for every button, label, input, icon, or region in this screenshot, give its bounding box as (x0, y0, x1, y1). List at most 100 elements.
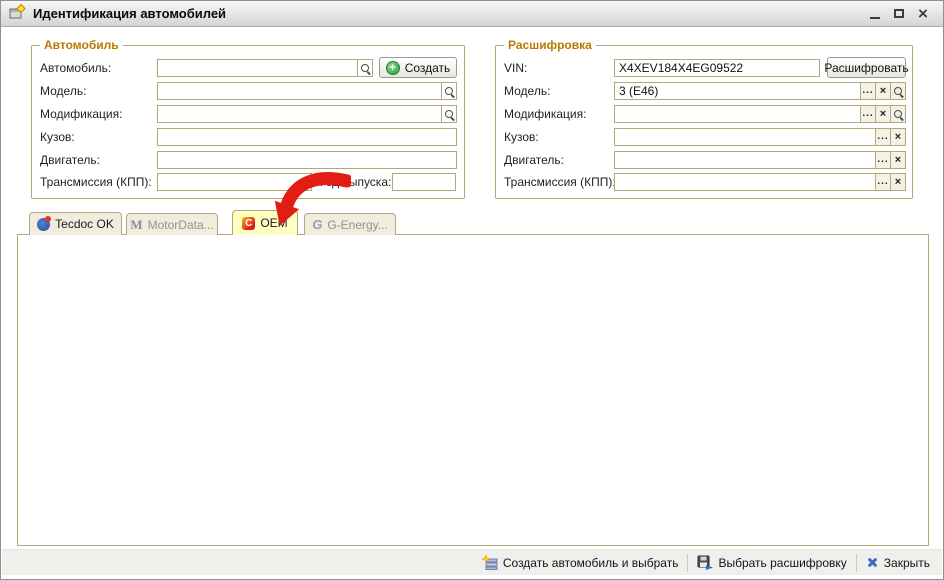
search-icon (444, 109, 455, 120)
decode-engine-clear-button[interactable]: × (890, 151, 906, 169)
decode-model-field: ... × (614, 82, 906, 100)
decode-model-ellipsis-button[interactable]: ... (860, 82, 876, 100)
maximize-icon (894, 9, 904, 18)
engine-field (157, 151, 457, 169)
tecdoc-icon (37, 218, 50, 231)
clear-icon: × (895, 132, 901, 142)
decode-transmission-clear-button[interactable]: × (890, 173, 906, 191)
car-input[interactable] (157, 59, 358, 77)
decode-modification-input[interactable] (614, 105, 861, 123)
close-button[interactable]: × (911, 4, 935, 24)
decode-modification-clear-button[interactable]: × (875, 105, 891, 123)
create-button-label: Создать (405, 61, 451, 75)
ellipsis-icon: ... (877, 157, 888, 163)
body-input[interactable] (157, 128, 457, 146)
decode-groupbox: Расшифровка VIN: Расшифровать Модель: ..… (495, 45, 913, 199)
decode-modification-ellipsis-button[interactable]: ... (860, 105, 876, 123)
engine-label: Двигатель: (40, 153, 100, 167)
transmission-label: Трансмиссия (КПП): (40, 175, 152, 189)
plus-icon: + (386, 61, 400, 75)
decode-body-input[interactable] (614, 128, 876, 146)
decode-modification-label: Модификация: (504, 107, 586, 121)
close-x-icon (866, 556, 879, 569)
maximize-button[interactable] (887, 4, 911, 24)
select-decode-button[interactable]: Выбрать расшифровку (697, 555, 846, 570)
modification-search-button[interactable] (441, 105, 457, 123)
transmission-input[interactable] (157, 173, 312, 191)
tab-genergy[interactable]: G G-Energy... (304, 213, 396, 235)
save-select-icon (697, 555, 713, 570)
tab-motordata-label: MotorData... (148, 218, 214, 232)
clear-icon: × (895, 177, 901, 187)
search-icon (444, 86, 455, 97)
decode-engine-input[interactable] (614, 151, 876, 169)
ellipsis-icon: ... (862, 88, 873, 94)
select-decode-label: Выбрать расшифровку (718, 556, 846, 570)
decode-body-clear-button[interactable]: × (890, 128, 906, 146)
vin-field (614, 59, 820, 77)
ellipsis-icon: ... (862, 111, 873, 117)
create-car-and-select-button[interactable]: Создать автомобиль и выбрать (482, 555, 679, 570)
decode-body-ellipsis-button[interactable]: ... (875, 128, 891, 146)
car-groupbox: Автомобиль Автомобиль: + Создать Модель:… (31, 45, 465, 199)
body-label: Кузов: (40, 130, 75, 144)
search-icon (893, 86, 904, 97)
vin-label: VIN: (504, 61, 527, 75)
model-input[interactable] (157, 82, 442, 100)
body-field (157, 128, 457, 146)
car-field (157, 59, 373, 77)
decode-model-input[interactable] (614, 82, 861, 100)
decode-transmission-ellipsis-button[interactable]: ... (875, 173, 891, 191)
minimize-icon (870, 17, 880, 19)
tab-tecdoc[interactable]: Tecdoc OK (29, 212, 122, 235)
close-dialog-button[interactable]: Закрыть (866, 556, 930, 570)
car-search-button[interactable] (357, 59, 373, 77)
motordata-icon: M (130, 217, 142, 233)
decode-model-search-button[interactable] (890, 82, 906, 100)
tab-genergy-label: G-Energy... (327, 218, 387, 232)
vin-input[interactable] (614, 59, 820, 77)
close-dialog-label: Закрыть (884, 556, 930, 570)
decode-engine-label: Двигатель: (504, 153, 564, 167)
decode-modification-search-button[interactable] (890, 105, 906, 123)
decode-body-field: ... × (614, 128, 906, 146)
search-icon (360, 63, 371, 74)
decode-button[interactable]: Расшифровать (827, 57, 906, 78)
footer-divider (856, 554, 857, 572)
decode-model-clear-button[interactable]: × (875, 82, 891, 100)
app-icon (9, 3, 26, 25)
decode-transmission-label: Трансмиссия (КПП): (504, 175, 616, 189)
tab-motordata[interactable]: M MotorData... (126, 213, 218, 235)
year-input[interactable] (392, 173, 456, 191)
tab-oem[interactable]: C OEM (232, 210, 298, 235)
minimize-button[interactable] (863, 4, 887, 24)
clear-icon: × (895, 155, 901, 165)
clear-icon: × (880, 86, 886, 96)
titlebar[interactable]: Идентификация автомобилей × (1, 1, 943, 27)
window-title: Идентификация автомобилей (33, 6, 863, 21)
ellipsis-icon: ... (877, 134, 888, 140)
decode-transmission-input[interactable] (614, 173, 876, 191)
model-label: Модель: (40, 84, 86, 98)
decode-engine-ellipsis-button[interactable]: ... (875, 151, 891, 169)
modification-field (157, 105, 457, 123)
decode-modification-field: ... × (614, 105, 906, 123)
car-label: Автомобиль: (40, 61, 111, 75)
engine-input[interactable] (157, 151, 457, 169)
footer-bar: Создать автомобиль и выбрать Выбрать рас… (2, 549, 942, 575)
vehicle-identification-window: Идентификация автомобилей × Автомобиль А… (0, 0, 944, 580)
car-group-title: Автомобиль (40, 38, 123, 52)
decode-group-title: Расшифровка (504, 38, 596, 52)
create-car-and-select-label: Создать автомобиль и выбрать (503, 556, 679, 570)
modification-input[interactable] (157, 105, 442, 123)
tab-tecdoc-label: Tecdoc OK (55, 217, 114, 231)
model-search-button[interactable] (441, 82, 457, 100)
create-button[interactable]: + Создать (379, 57, 457, 78)
year-field (392, 173, 456, 191)
decode-body-label: Кузов: (504, 130, 539, 144)
clear-icon: × (880, 109, 886, 119)
decode-button-label: Расшифровать (824, 61, 908, 75)
close-icon: × (918, 6, 928, 22)
search-icon (893, 109, 904, 120)
model-field (157, 82, 457, 100)
